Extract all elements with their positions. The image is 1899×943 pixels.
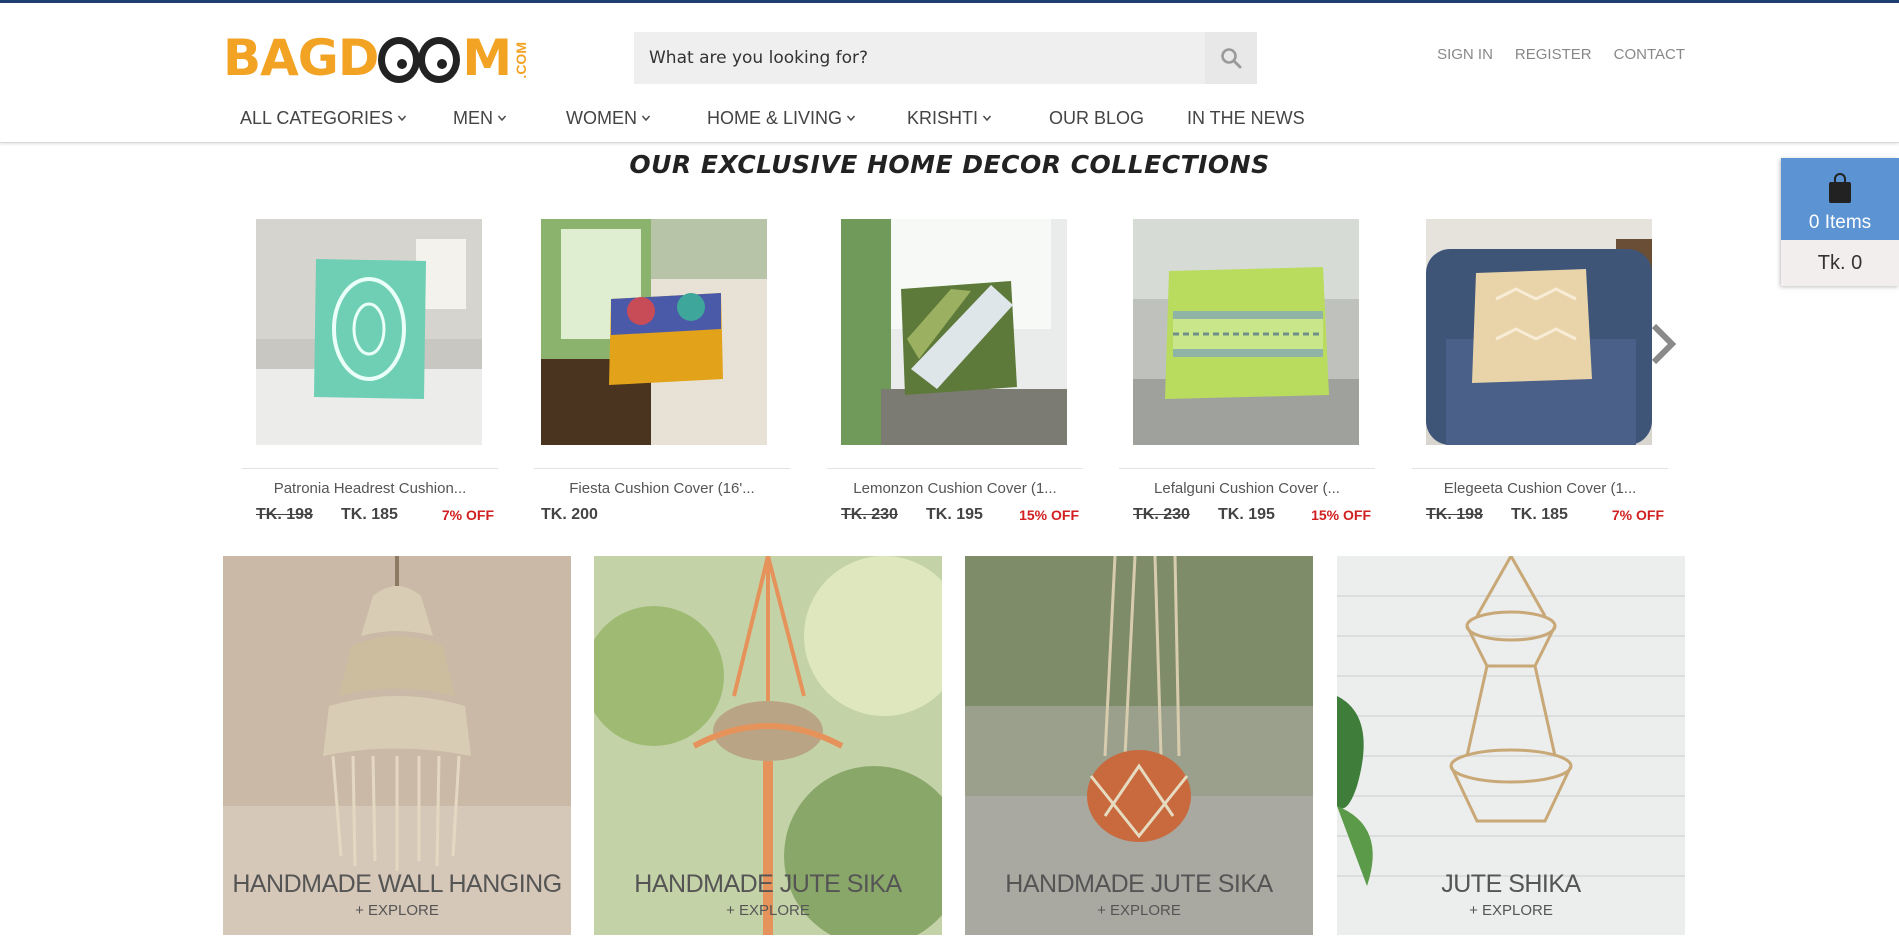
- price-row: TK. 198 TK. 185 7% OFF: [256, 506, 498, 526]
- banner-title: HANDMADE JUTE SIKA: [1005, 870, 1273, 898]
- nav-label: KRISHTI: [907, 107, 979, 128]
- banner-jute-shika[interactable]: JUTE SHIKA + EXPLORE: [1337, 556, 1685, 935]
- search-bar: [634, 32, 1257, 84]
- current-price: TK. 195: [926, 506, 983, 523]
- search-button[interactable]: [1205, 32, 1257, 84]
- main-nav: ALL CATEGORIES MEN WOMEN HOME & LIVING K…: [240, 103, 1327, 133]
- product-image[interactable]: [1133, 219, 1359, 445]
- price-row: TK. 198 TK. 185 7% OFF: [1426, 506, 1668, 526]
- banner-title: JUTE SHIKA: [1441, 870, 1581, 898]
- old-price: TK. 230: [1133, 506, 1190, 523]
- product-name[interactable]: Patronia Headrest Cushion...: [242, 480, 498, 497]
- current-price: TK. 185: [1511, 506, 1568, 523]
- nav-men[interactable]: MEN: [453, 103, 566, 133]
- search-icon: [1221, 48, 1242, 69]
- banner-title: HANDMADE JUTE SIKA: [634, 870, 902, 898]
- nav-label: MEN: [453, 107, 493, 128]
- price-row: TK. 230 TK. 195 15% OFF: [1133, 506, 1375, 526]
- nav-label: IN THE NEWS: [1187, 107, 1305, 128]
- product-divider: [827, 468, 1083, 469]
- product-name[interactable]: Elegeeta Cushion Cover (1...: [1412, 480, 1668, 497]
- old-price: TK. 230: [841, 506, 898, 523]
- product-name[interactable]: Fiesta Cushion Cover (16'...: [534, 480, 790, 497]
- nav-label: WOMEN: [566, 107, 637, 128]
- chevron-down-icon: [641, 115, 651, 122]
- collection-title: OUR EXCLUSIVE HOME DECOR COLLECTIONS: [629, 150, 1270, 179]
- shopping-bag-icon: [1829, 173, 1851, 203]
- carousel-next-arrow-icon[interactable]: [1648, 322, 1678, 366]
- old-price: TK. 198: [1426, 506, 1483, 523]
- product-name[interactable]: Lemonzon Cushion Cover (1...: [827, 480, 1083, 497]
- cart-item-count: 0 Items: [1808, 212, 1872, 233]
- current-price: TK. 195: [1218, 506, 1275, 523]
- chevron-down-icon: [497, 115, 507, 122]
- price-row: TK. 230 TK. 195 15% OFF: [841, 506, 1083, 526]
- register-link[interactable]: REGISTER: [1515, 46, 1592, 63]
- product-divider: [242, 468, 498, 469]
- site-header: BAGD M .COM SIGN IN REGISTER CONTACT ALL…: [0, 3, 1899, 143]
- explore-link[interactable]: + EXPLORE: [965, 902, 1313, 919]
- nav-women[interactable]: WOMEN: [566, 103, 707, 133]
- product-image[interactable]: [541, 219, 767, 445]
- cart-total: Tk. 0: [1781, 240, 1899, 286]
- contact-link[interactable]: CONTACT: [1614, 46, 1685, 63]
- banner-wall-hanging[interactable]: HANDMADE WALL HANGING + EXPLORE: [223, 556, 571, 935]
- price-row: TK. 200: [541, 506, 783, 526]
- nav-home-living[interactable]: HOME & LIVING: [707, 103, 907, 133]
- logo-text-prefix: BAGD: [223, 29, 379, 87]
- explore-link[interactable]: + EXPLORE: [594, 902, 942, 919]
- mini-cart[interactable]: 0 Items Tk. 0: [1781, 158, 1899, 286]
- current-price: TK. 185: [341, 506, 398, 523]
- explore-link[interactable]: + EXPLORE: [1337, 902, 1685, 919]
- cart-summary: 0 Items: [1781, 158, 1899, 240]
- product-image[interactable]: [841, 219, 1067, 445]
- nav-label: HOME & LIVING: [707, 107, 843, 128]
- discount-badge: 7% OFF: [1611, 507, 1664, 523]
- nav-in-the-news[interactable]: IN THE NEWS: [1187, 103, 1327, 133]
- discount-badge: 15% OFF: [1019, 507, 1079, 523]
- logo-eyes: [378, 33, 462, 83]
- old-price: TK. 198: [256, 506, 313, 523]
- nav-all-categories[interactable]: ALL CATEGORIES: [240, 103, 453, 133]
- nav-our-blog[interactable]: OUR BLOG: [1049, 103, 1187, 133]
- logo-text-suffix: M: [462, 29, 512, 87]
- product-divider: [1412, 468, 1668, 469]
- search-input[interactable]: [634, 32, 1204, 84]
- product-divider: [534, 468, 790, 469]
- nav-label: ALL CATEGORIES: [240, 107, 394, 128]
- chevron-down-icon: [398, 115, 407, 122]
- logo-com: .COM: [513, 42, 530, 79]
- product-carousel: Patronia Headrest Cushion... TK. 198 TK.…: [242, 219, 1668, 529]
- explore-link[interactable]: + EXPLORE: [223, 902, 571, 919]
- nav-krishti[interactable]: KRISHTI: [907, 103, 1049, 133]
- discount-badge: 7% OFF: [441, 507, 494, 523]
- chevron-down-icon: [982, 115, 992, 122]
- chevron-down-icon: [847, 115, 856, 122]
- account-links: SIGN IN REGISTER CONTACT: [1437, 46, 1685, 63]
- banner-jute-sika-1[interactable]: HANDMADE JUTE SIKA + EXPLORE: [594, 556, 942, 935]
- nav-label: OUR BLOG: [1049, 107, 1145, 128]
- product-image[interactable]: [1426, 219, 1652, 445]
- product-divider: [1119, 468, 1375, 469]
- discount-badge: 15% OFF: [1311, 507, 1371, 523]
- product-name[interactable]: Lefalguni Cushion Cover (...: [1119, 480, 1375, 497]
- product-image[interactable]: [256, 219, 482, 445]
- current-price: TK. 200: [541, 506, 598, 523]
- sign-in-link[interactable]: SIGN IN: [1437, 46, 1493, 63]
- bagdoom-logo[interactable]: BAGD M .COM: [223, 23, 529, 83]
- banner-title: HANDMADE WALL HANGING: [232, 870, 562, 898]
- banner-jute-sika-2[interactable]: HANDMADE JUTE SIKA + EXPLORE: [965, 556, 1313, 935]
